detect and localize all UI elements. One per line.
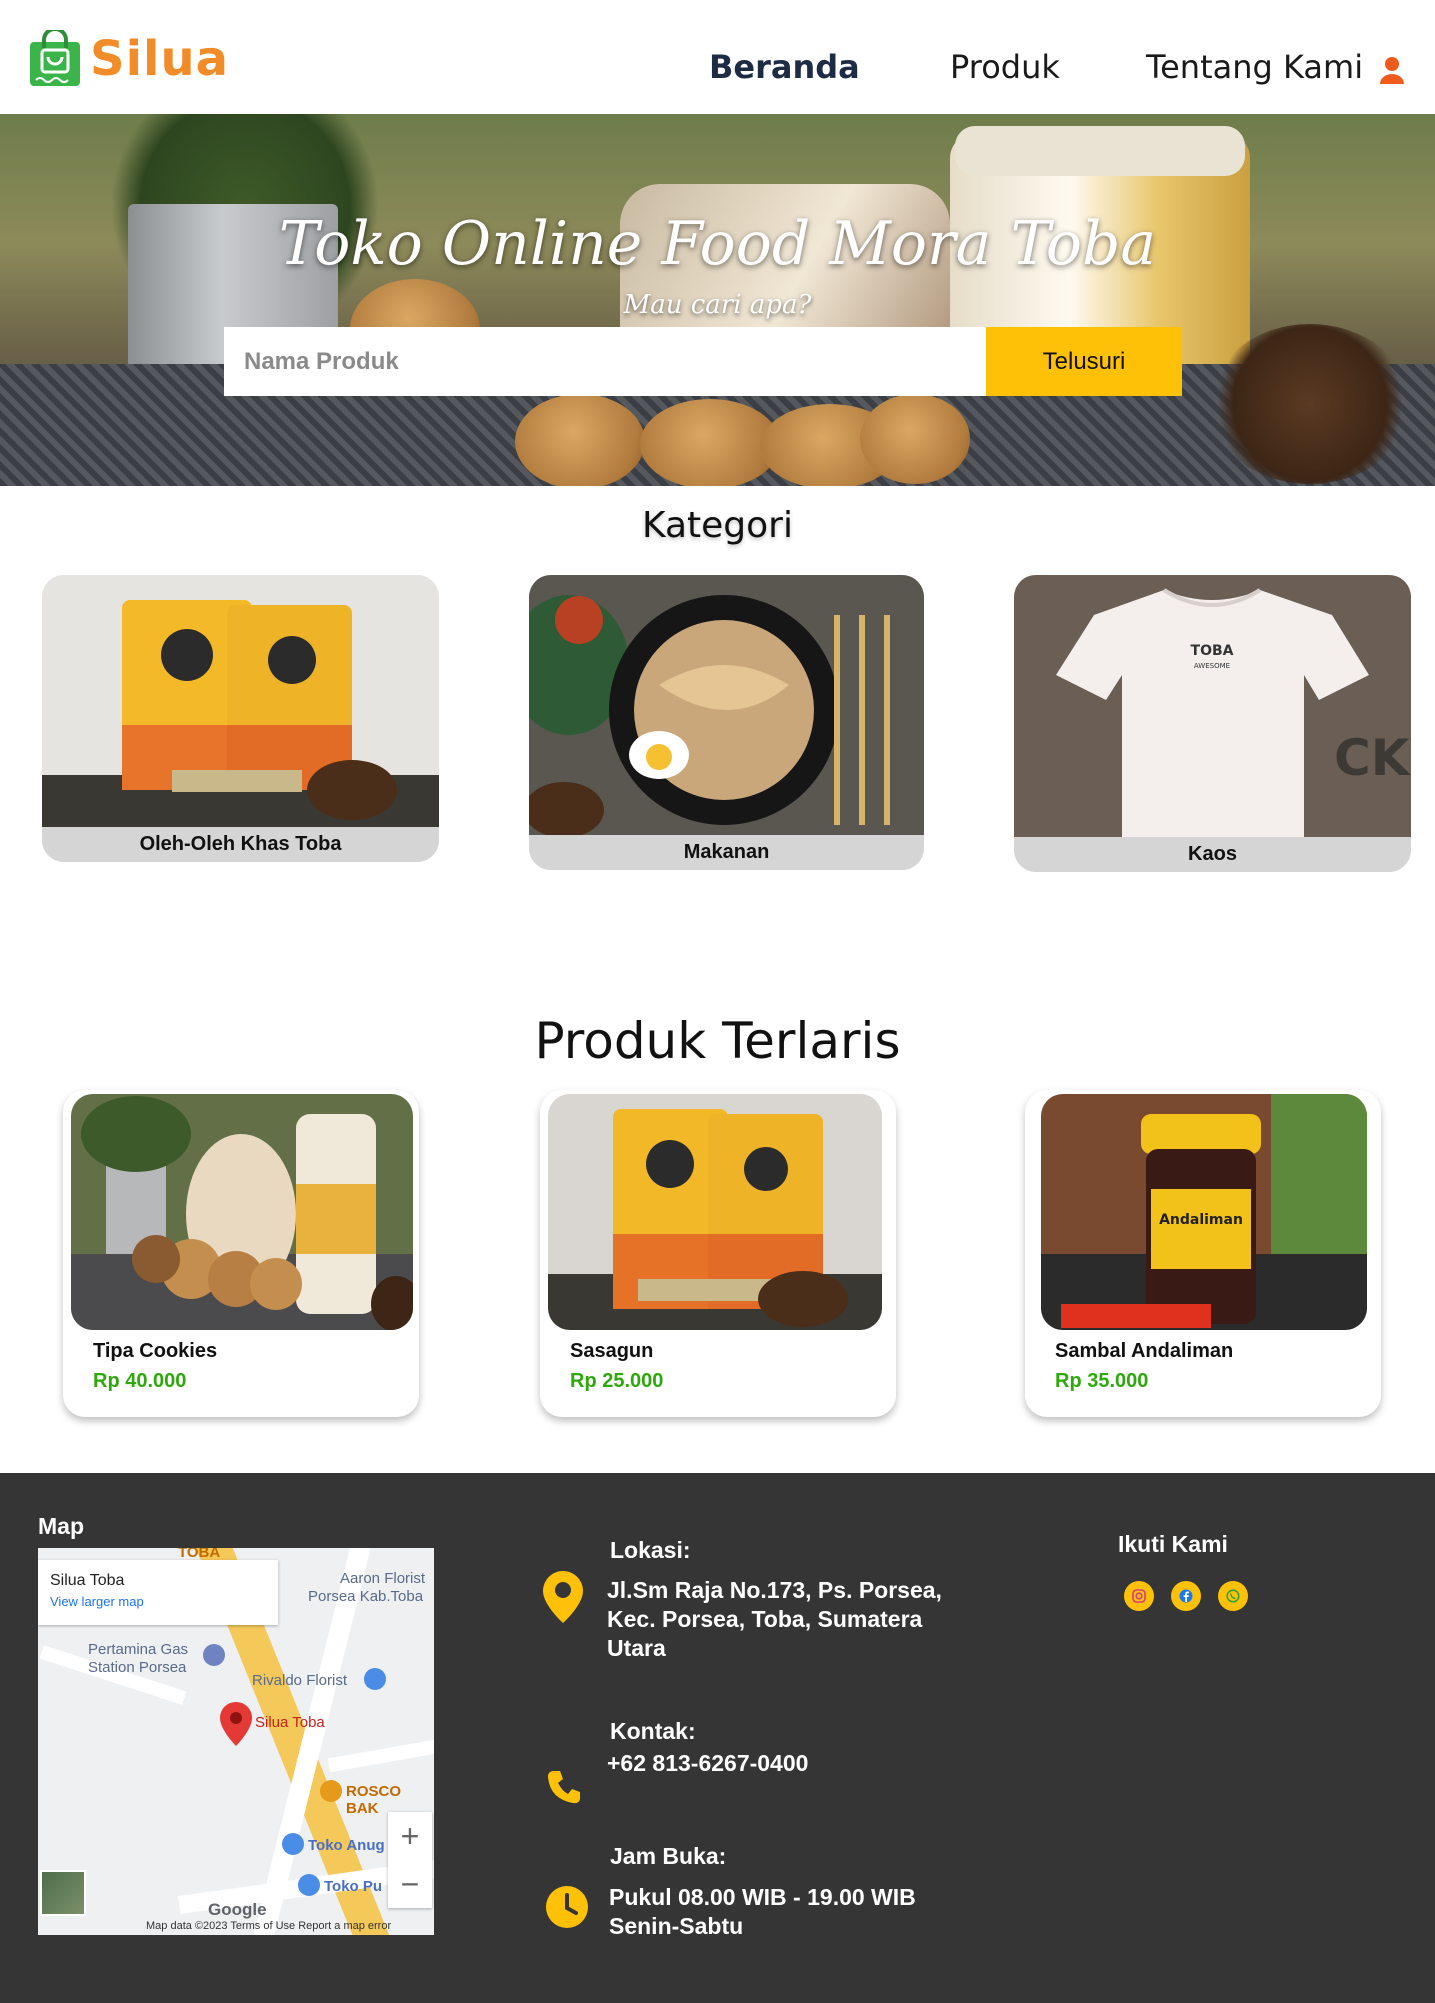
address-line: Jl.Sm Raja No.173, Ps. Porsea, xyxy=(607,1577,942,1603)
category-image-oleh-oleh xyxy=(42,575,439,832)
map-place-name: Silua Toba xyxy=(50,1572,125,1589)
product-price: Rp 35.000 xyxy=(1055,1370,1149,1392)
map-label: Station Porsea xyxy=(88,1659,187,1676)
hero-jar-lid xyxy=(955,126,1245,176)
svg-text:AWESOME: AWESOME xyxy=(1194,662,1230,670)
shop-icon xyxy=(282,1833,304,1855)
hours-line: Senin-Sabtu xyxy=(609,1913,744,1939)
hero-cookie-image xyxy=(860,394,970,484)
navbar: Silua Beranda Produk Tentang Kami xyxy=(0,0,1435,114)
embedded-map[interactable]: TOBA Aaron Florist Porsea Kab.Toba Perta… xyxy=(38,1548,434,1935)
contact-title: Kontak: xyxy=(610,1718,696,1744)
product-image-sasagun xyxy=(548,1094,882,1330)
shop-icon xyxy=(298,1874,320,1896)
product-price: Rp 25.000 xyxy=(570,1370,664,1392)
gas-station-icon xyxy=(203,1644,225,1666)
phone-icon xyxy=(548,1771,580,1804)
nav-home[interactable]: Beranda xyxy=(709,48,860,86)
product-card-tipa-cookies[interactable]: Tipa Cookies Rp 40.000 xyxy=(63,1090,419,1417)
hero-subtitle: Mau cari apa? xyxy=(623,290,812,320)
map-place-card: Silua Toba View larger map xyxy=(38,1560,278,1625)
category-image-makanan xyxy=(529,575,924,838)
hero-title: Toko Online Food Mora Toba xyxy=(278,209,1157,279)
address-line: Utara xyxy=(607,1635,666,1661)
location-title: Lokasi: xyxy=(610,1537,691,1563)
user-icon[interactable] xyxy=(1378,56,1406,84)
hours-title: Jam Buka: xyxy=(610,1843,727,1869)
categories-title: Kategori xyxy=(642,505,793,546)
category-label: Kaos xyxy=(1014,837,1411,872)
product-price: Rp 40.000 xyxy=(93,1370,187,1392)
hours-line: Pukul 08.00 WIB - 19.00 WIB xyxy=(609,1884,916,1910)
map-label: Porsea Kab.Toba xyxy=(308,1588,424,1605)
map-label: Rivaldo Florist xyxy=(252,1672,348,1689)
location-address: Jl.Sm Raja No.173, Ps. Porsea, Kec. Pors… xyxy=(607,1576,942,1663)
category-label: Makanan xyxy=(529,835,924,870)
clock-icon xyxy=(546,1886,588,1928)
search-button[interactable]: Telusuri xyxy=(986,327,1182,396)
product-card-sasagun[interactable]: Sasagun Rp 25.000 xyxy=(540,1090,896,1417)
nav-products[interactable]: Produk xyxy=(950,48,1060,86)
category-label: Oleh-Oleh Khas Toba xyxy=(42,827,439,862)
product-image-sambal-andaliman: Andaliman xyxy=(1041,1094,1367,1330)
contact-phone[interactable]: +62 813-6267-0400 xyxy=(607,1749,808,1778)
follow-us-title: Ikuti Kami xyxy=(1118,1531,1228,1557)
map-attribution: Map data ©2023 Terms of Use Report a map… xyxy=(146,1920,392,1932)
hero-pinecone-image xyxy=(1210,324,1410,484)
map-label: Pertamina Gas xyxy=(88,1641,189,1658)
product-name: Sambal Andaliman xyxy=(1055,1340,1234,1362)
hero-cookie-image xyxy=(640,399,780,486)
instagram-icon[interactable] xyxy=(1124,1581,1154,1611)
shop-icon xyxy=(364,1668,386,1690)
map-label: Silua Toba xyxy=(255,1714,325,1731)
footer: Map TOBA Aaron Florist Porsea Kab.Toba P… xyxy=(0,1473,1435,2003)
search-input[interactable] xyxy=(224,327,986,396)
category-card-makanan[interactable]: Makanan xyxy=(529,575,924,870)
map-title: Map xyxy=(38,1513,84,1539)
facebook-icon[interactable] xyxy=(1171,1581,1201,1611)
opening-hours: Pukul 08.00 WIB - 19.00 WIB Senin-Sabtu xyxy=(609,1883,916,1941)
location-pin-icon[interactable] xyxy=(220,1702,252,1746)
product-image-tipa-cookies xyxy=(71,1094,413,1330)
map-label: Aaron Florist xyxy=(340,1570,426,1587)
zoom-in-button[interactable]: + xyxy=(388,1812,432,1860)
category-image-kaos: TOBA AWESOME CK xyxy=(1014,575,1411,839)
nav-about[interactable]: Tentang Kami xyxy=(1146,48,1363,86)
category-card-oleh-oleh[interactable]: Oleh-Oleh Khas Toba xyxy=(42,575,439,862)
svg-text:Andaliman: Andaliman xyxy=(1159,1212,1243,1228)
location-pin-icon xyxy=(543,1571,583,1623)
hero-cookie-image xyxy=(515,394,645,486)
map-label: Toko Anug xyxy=(308,1837,385,1854)
category-card-kaos[interactable]: TOBA AWESOME CK Kaos xyxy=(1014,575,1411,872)
map-label: Toko Pu xyxy=(324,1878,383,1895)
google-logo: Google xyxy=(208,1900,267,1919)
product-card-sambal-andaliman[interactable]: Andaliman Sambal Andaliman Rp 35.000 xyxy=(1025,1090,1381,1417)
map-zoom-controls: + − xyxy=(388,1812,432,1908)
address-line: Kec. Porsea, Toba, Sumatera xyxy=(607,1606,923,1632)
svg-text:TOBA: TOBA xyxy=(1191,643,1234,659)
satellite-toggle[interactable] xyxy=(40,1870,86,1916)
whatsapp-icon[interactable] xyxy=(1218,1581,1248,1611)
brand-logo[interactable]: Silua xyxy=(28,30,229,88)
svg-text:CK: CK xyxy=(1334,729,1411,787)
bestseller-title: Produk Terlaris xyxy=(534,1012,901,1070)
product-name: Tipa Cookies xyxy=(93,1340,218,1362)
brand-name: Silua xyxy=(90,31,230,87)
product-name: Sasagun xyxy=(570,1340,654,1362)
hero-banner: Toko Online Food Mora Toba Mau cari apa?… xyxy=(0,114,1435,486)
view-larger-map-link[interactable]: View larger map xyxy=(50,1594,266,1609)
restaurant-icon xyxy=(320,1780,342,1802)
shopping-bag-icon xyxy=(30,30,80,86)
zoom-out-button[interactable]: − xyxy=(388,1860,432,1908)
